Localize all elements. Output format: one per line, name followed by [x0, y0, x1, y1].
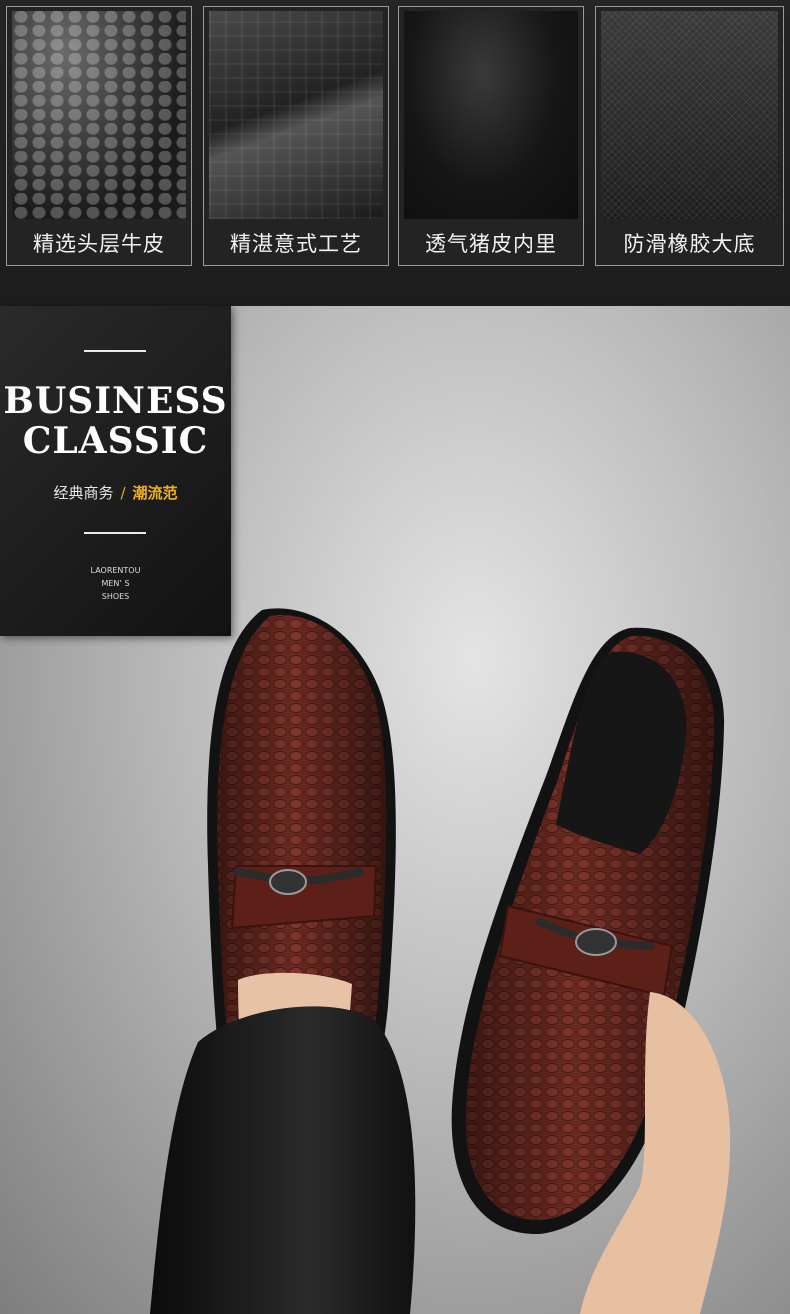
feature-label: 精湛意式工艺 [230, 232, 362, 256]
subtitle-text: 经典商务 [53, 484, 114, 502]
feature-card-sole: 防滑橡胶大底 [595, 6, 784, 266]
feature-card-craft: 精湛意式工艺 [203, 6, 389, 266]
croc-leather-image [12, 11, 186, 219]
banner-title-line2: CLASSIC [22, 420, 209, 462]
stitching-image [209, 11, 383, 219]
brand-line: LAORENTOU [90, 566, 141, 575]
right-shoe [451, 627, 731, 1314]
brand-line: SHOES [101, 592, 130, 601]
sole-image [601, 11, 778, 219]
subtitle-highlight: 潮流范 [132, 484, 178, 502]
product-detail-page: 精选头层牛皮 精湛意式工艺 透气猪皮内里 防滑橡胶大底 BUSINESS CLA… [0, 0, 790, 1314]
feature-label: 防滑橡胶大底 [623, 232, 756, 256]
brand-line: MEN’ S [101, 579, 130, 588]
left-shoe [150, 608, 416, 1314]
feature-strip: 精选头层牛皮 精湛意式工艺 透气猪皮内里 防滑橡胶大底 [0, 0, 790, 306]
divider-bottom [84, 532, 146, 534]
brand-block: LAORENTOU MEN’ S SHOES [0, 564, 231, 603]
banner-subtitle: 经典商务 / 潮流范 [0, 482, 231, 503]
subtitle-separator: / [120, 484, 126, 502]
feature-card-lining: 透气猪皮内里 [398, 6, 584, 266]
feature-card-leather: 精选头层牛皮 [6, 6, 192, 266]
lining-image [404, 11, 578, 219]
title-banner: BUSINESS CLASSIC 经典商务 / 潮流范 LAORENTOU MEN’… [0, 306, 231, 636]
banner-title-line1: BUSINESS [3, 380, 228, 422]
divider-top [84, 350, 146, 352]
feature-label: 精选头层牛皮 [33, 232, 165, 256]
feature-label: 透气猪皮内里 [425, 232, 557, 256]
